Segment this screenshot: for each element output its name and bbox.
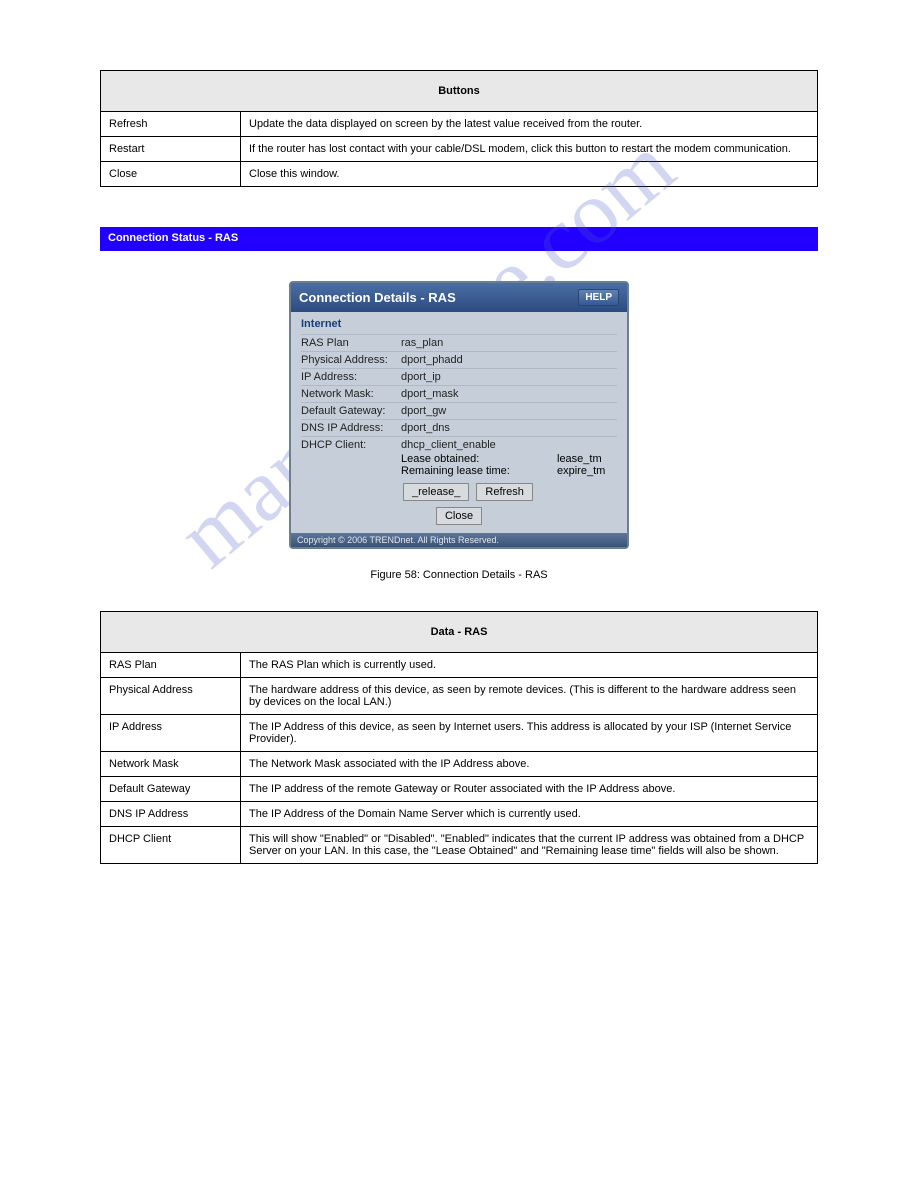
cell-label: Refresh	[101, 112, 241, 137]
cell-desc: The RAS Plan which is currently used.	[241, 653, 818, 678]
subfield-value: lease_tm	[557, 453, 617, 465]
field-label: DNS IP Address:	[301, 422, 401, 434]
cell-label: IP Address	[101, 715, 241, 752]
cell-desc: The IP Address of this device, as seen b…	[241, 715, 818, 752]
cell-desc: The IP Address of the Domain Name Server…	[241, 802, 818, 827]
connection-details-panel: Connection Details - RAS HELP Internet R…	[289, 281, 629, 549]
refresh-button[interactable]: Refresh	[476, 483, 533, 501]
field-value: ras_plan	[401, 337, 617, 349]
cell-label: Network Mask	[101, 752, 241, 777]
buttons-table-header: Buttons	[101, 71, 818, 112]
subfield-label: Remaining lease time:	[401, 465, 557, 477]
field-label: Network Mask:	[301, 388, 401, 400]
subfield-label: Lease obtained:	[401, 453, 557, 465]
cell-label: Close	[101, 162, 241, 187]
panel-title-text: Connection Details - RAS	[299, 290, 456, 305]
cell-label: Default Gateway	[101, 777, 241, 802]
cell-desc: The Network Mask associated with the IP …	[241, 752, 818, 777]
cell-desc: Update the data displayed on screen by t…	[241, 112, 818, 137]
panel-copyright: Copyright © 2006 TRENDnet. All Rights Re…	[291, 533, 627, 547]
field-label: RAS Plan	[301, 337, 401, 349]
page: manualslive.com Buttons RefreshUpdate th…	[0, 0, 918, 1188]
field-value: dport_dns	[401, 422, 617, 434]
cell-desc: If the router has lost contact with your…	[241, 137, 818, 162]
cell-desc: The hardware address of this device, as …	[241, 678, 818, 715]
panel-title-bar: Connection Details - RAS HELP	[291, 283, 627, 312]
cell-desc: Close this window.	[241, 162, 818, 187]
cell-label: RAS Plan	[101, 653, 241, 678]
cell-label: DHCP Client	[101, 827, 241, 864]
field-label: IP Address:	[301, 371, 401, 383]
field-value: dhcp_client_enable	[401, 439, 617, 451]
data-ras-table-header: Data - RAS	[101, 612, 818, 653]
panel-section-heading: Internet	[301, 318, 617, 330]
cell-label: Physical Address	[101, 678, 241, 715]
data-ras-table: Data - RAS RAS PlanThe RAS Plan which is…	[100, 611, 818, 864]
subfield-value: expire_tm	[557, 465, 617, 477]
cell-label: DNS IP Address	[101, 802, 241, 827]
help-button[interactable]: HELP	[578, 289, 619, 306]
buttons-table: Buttons RefreshUpdate the data displayed…	[100, 70, 818, 187]
section-heading-bar: Connection Status - RAS	[100, 227, 818, 251]
cell-desc: The IP address of the remote Gateway or …	[241, 777, 818, 802]
figure-caption: Figure 58: Connection Details - RAS	[100, 569, 818, 581]
figure-wrapper: Connection Details - RAS HELP Internet R…	[100, 281, 818, 549]
field-value: dport_gw	[401, 405, 617, 417]
panel-body: Internet RAS Planras_plan Physical Addre…	[291, 312, 627, 533]
field-value: dport_mask	[401, 388, 617, 400]
field-label: Physical Address:	[301, 354, 401, 366]
field-value: dport_ip	[401, 371, 617, 383]
cell-label: Restart	[101, 137, 241, 162]
cell-desc: This will show "Enabled" or "Disabled". …	[241, 827, 818, 864]
field-label: DHCP Client:	[301, 439, 401, 451]
field-value: dport_phadd	[401, 354, 617, 366]
release-button[interactable]: _release_	[403, 483, 469, 501]
field-label: Default Gateway:	[301, 405, 401, 417]
close-button[interactable]: Close	[436, 507, 482, 525]
